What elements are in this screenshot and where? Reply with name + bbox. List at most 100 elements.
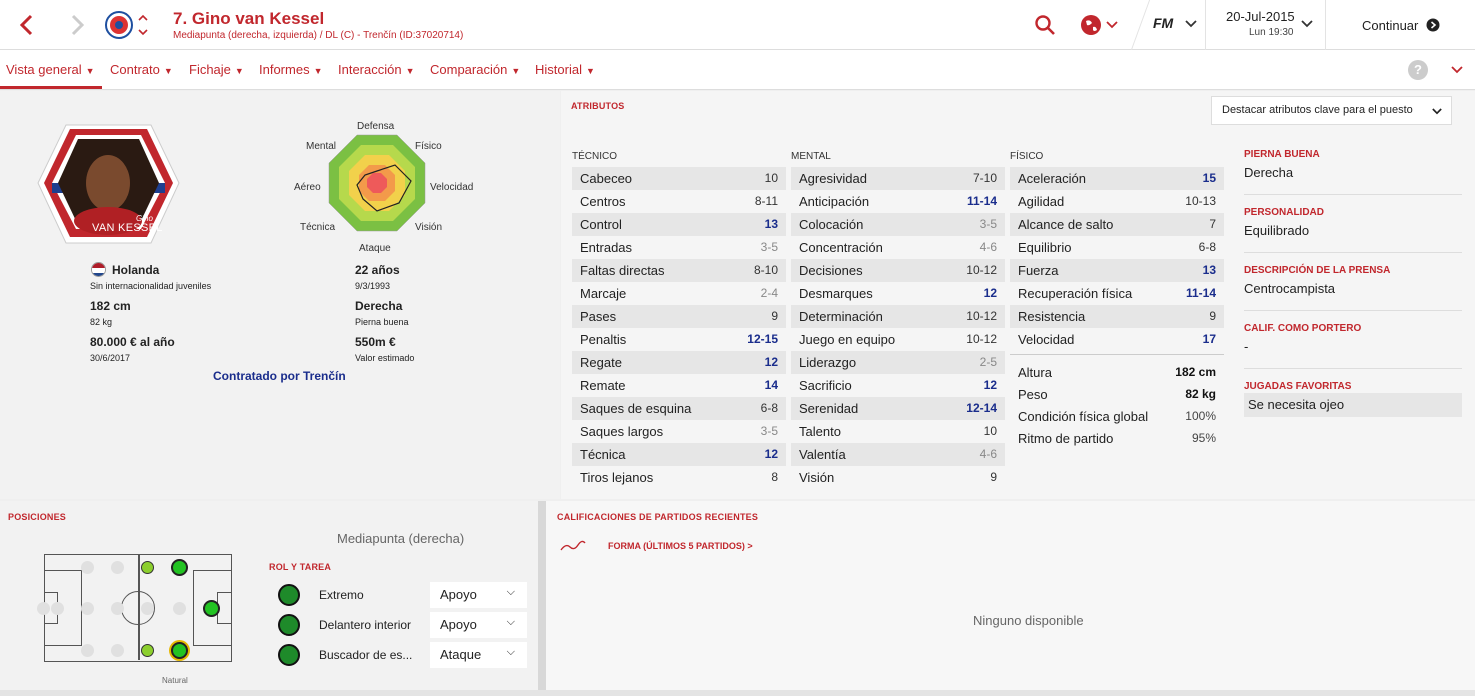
mental-attribute-row[interactable]: Determinación 10-12 [791,305,1005,328]
attribute-value: 10 [764,171,778,185]
position-dot-am-left [141,561,154,574]
physical-attribute-row[interactable]: Fuerza 13 [1010,259,1224,282]
attribute-value: 9 [771,309,778,323]
attribute-name: Desmarques [799,286,873,301]
mental-attribute-row[interactable]: Decisiones 10-12 [791,259,1005,282]
physical-attribute-row[interactable]: Recuperación física 11-14 [1010,282,1224,305]
tab-interaccion[interactable]: Interacción ▼ [338,62,415,77]
mental-attribute-row[interactable]: Talento 10 [791,420,1005,443]
tab-vista-general[interactable]: Vista general ▼ [6,62,95,77]
attribute-value: 7-10 [972,171,997,185]
technical-attribute-row[interactable]: Faltas directas 8-10 [572,259,786,282]
technical-attribute-row[interactable]: Saques de esquina 6-8 [572,397,786,420]
attribute-name: Tiros lejanos [580,470,654,485]
attribute-value: 6-8 [760,401,778,415]
chevron-down-icon: ▼ [313,66,323,76]
duty-dropdown[interactable]: Apoyo ⌵ [430,582,527,608]
mental-attribute-row[interactable]: Concentración 4-6 [791,236,1005,259]
player-switch-arrows[interactable] [137,12,149,38]
role-name[interactable]: Delantero interior [319,618,411,632]
attribute-name: Saques largos [580,424,664,439]
attribute-name: Liderazgo [799,355,857,370]
physical-attribute-row[interactable]: Velocidad 17 [1010,328,1224,351]
technical-attribute-row[interactable]: Entradas 3-5 [572,236,786,259]
club-badge[interactable] [104,10,134,40]
highlight-dropdown[interactable]: Destacar atributos clave para el puesto [1211,96,1452,125]
attribute-name: Fuerza [1018,263,1059,278]
physical-attribute-row[interactable]: Resistencia 9 [1010,305,1224,328]
attribute-value: 10-12 [966,309,997,323]
search-icon [1035,15,1055,35]
tab-comparacion[interactable]: Comparación ▼ [430,62,520,77]
physical-stat-row: Altura 182 cm [1010,361,1224,384]
player-card[interactable]: Gino VAN KESSEL [36,121,181,246]
technical-attribute-row[interactable]: Saques largos 3-5 [572,420,786,443]
world-menu[interactable] [1080,13,1120,37]
physical-attribute-row[interactable]: Agilidad 10-13 [1010,190,1224,213]
side-info-value: Equilibrado [1244,223,1310,238]
attribute-value: 11-14 [1185,286,1216,300]
duty-dropdown[interactable]: Ataque ⌵ [430,642,527,668]
attribute-name: Visión [799,470,835,485]
technical-attribute-row[interactable]: Control 13 [572,213,786,236]
player-title: 7. Gino van Kessel [173,9,325,28]
forward-button[interactable] [64,12,90,38]
technical-attribute-row[interactable]: Cabeceo 10 [572,167,786,190]
date-menu[interactable]: 20-Jul-2015 Lun 19:30 [1210,6,1320,44]
chevron-down-icon: ▼ [85,66,95,76]
tab-contrato[interactable]: Contrato ▼ [110,62,173,77]
technical-attribute-row[interactable]: Remate 14 [572,374,786,397]
fm-menu[interactable]: FM [1153,15,1199,35]
attribute-name: Aceleración [1018,171,1086,186]
role-name[interactable]: Buscador de es... [319,648,412,662]
form-link[interactable]: FORMA (ÚLTIMOS 5 PARTIDOS) > [608,541,753,551]
tab-fichaje[interactable]: Fichaje ▼ [189,62,244,77]
mental-attribute-row[interactable]: Anticipación 11-14 [791,190,1005,213]
technical-attribute-row[interactable]: Regate 12 [572,351,786,374]
chevron-down-icon: ▼ [163,66,173,76]
mental-attribute-row[interactable]: Colocación 3-5 [791,213,1005,236]
mental-attribute-row[interactable]: Visión 9 [791,466,1005,489]
chevron-down-icon[interactable] [1451,66,1463,74]
contract-end: 30/6/2017 [90,353,131,363]
attribute-value: 12-15 [747,332,778,346]
side-separator [1244,252,1462,253]
physical-attribute-row[interactable]: Aceleración 15 [1010,167,1224,190]
mental-attribute-row[interactable]: Sacrificio 12 [791,374,1005,397]
mental-attribute-row[interactable]: Serenidad 12-14 [791,397,1005,420]
mental-attribute-row[interactable]: Juego en equipo 10-12 [791,328,1005,351]
help-button[interactable]: ? [1408,60,1428,80]
search-button[interactable] [1034,14,1056,36]
ratings-title: CALIFICACIONES DE PARTIDOS RECIENTES [557,512,759,522]
mental-attribute-row[interactable]: Valentía 4-6 [791,443,1005,466]
physical-attribute-row[interactable]: Alcance de salto 7 [1010,213,1224,236]
globe-icon [1081,15,1101,35]
nationality[interactable]: Holanda [112,263,159,277]
technical-attribute-row[interactable]: Técnica 12 [572,443,786,466]
technical-attribute-row[interactable]: Tiros lejanos 8 [572,466,786,489]
technical-attribute-row[interactable]: Marcaje 2-4 [572,282,786,305]
technical-attribute-row[interactable]: Penaltis 12-15 [572,328,786,351]
physical-attribute-row[interactable]: Equilibrio 6-8 [1010,236,1224,259]
attribute-value: 14 [764,378,778,392]
technical-attribute-row[interactable]: Centros 8-11 [572,190,786,213]
chevron-down-icon [1432,108,1442,115]
technical-attribute-row[interactable]: Pases 9 [572,305,786,328]
mental-attribute-row[interactable]: Desmarques 12 [791,282,1005,305]
mental-attribute-row[interactable]: Agresividad 7-10 [791,167,1005,190]
contracted-by-link[interactable]: Contratado por Trenčín [213,369,346,383]
attributes-title: ATRIBUTOS [571,101,625,111]
attribute-name: Recuperación física [1018,286,1133,301]
side-info-value: Derecha [1244,165,1294,180]
mental-attribute-row[interactable]: Liderazgo 2-5 [791,351,1005,374]
back-button[interactable] [14,12,40,38]
duty-dropdown[interactable]: Apoyo ⌵ [430,612,527,638]
attribute-name: Cabeceo [580,171,633,186]
tab-informes[interactable]: Informes ▼ [259,62,323,77]
tab-historial[interactable]: Historial ▼ [535,62,595,77]
club-crest-icon [105,11,133,39]
role-name[interactable]: Extremo [319,588,364,602]
pitch[interactable] [37,554,232,662]
continue-button[interactable]: Continuar [1330,0,1475,50]
attribute-name: Colocación [799,217,864,232]
